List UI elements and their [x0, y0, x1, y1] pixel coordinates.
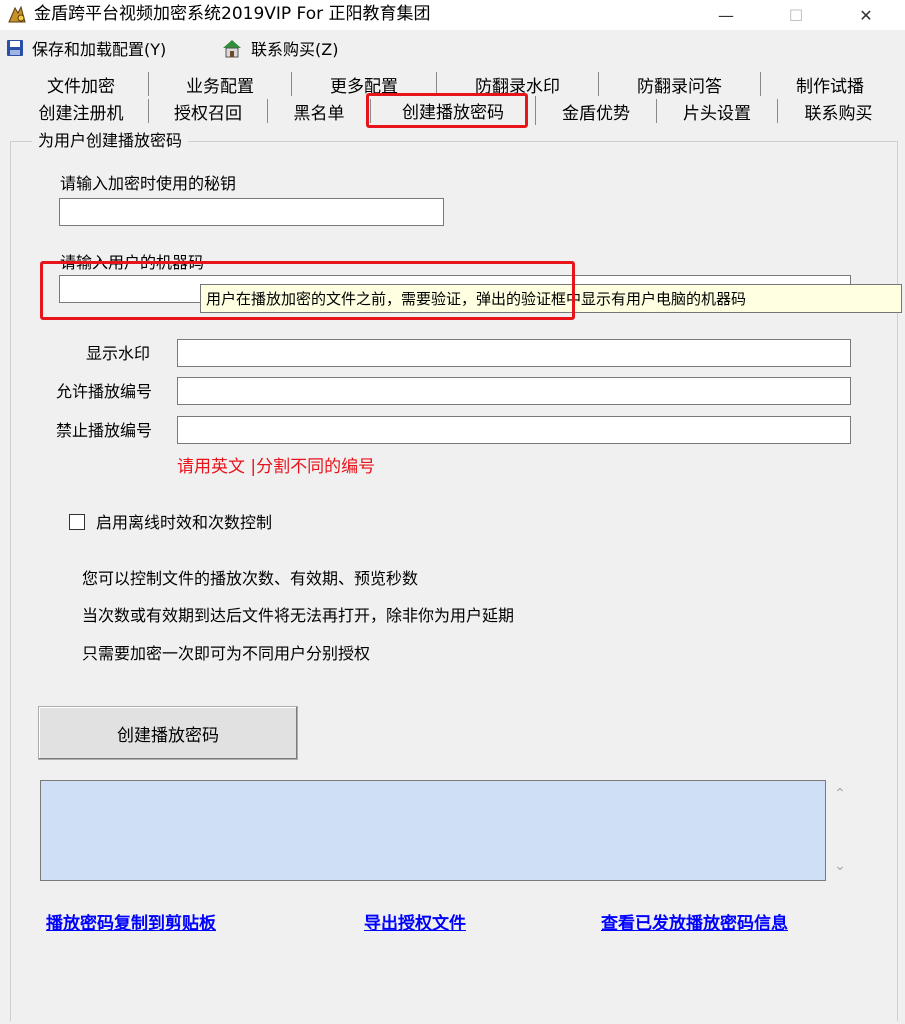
tab-label: 联系购买: [804, 103, 873, 124]
tab-qa[interactable]: 防翻录问答: [599, 72, 761, 97]
watermark-label: 显示水印: [86, 344, 151, 363]
tab-label: 文件加密: [47, 76, 115, 97]
offline-control-label: 启用离线时效和次数控制: [96, 513, 273, 532]
tab-intro-settings[interactable]: 片头设置: [657, 99, 778, 124]
tab-label: 金盾优势: [562, 103, 630, 124]
minimize-icon: —: [718, 5, 734, 25]
menu-contact-buy-label: 联系购买(Z): [251, 40, 339, 59]
tab-label: 制作试播: [796, 76, 864, 97]
tab-business-config[interactable]: 业务配置: [149, 72, 292, 97]
scroll-up-icon[interactable]: ⌃: [832, 786, 848, 802]
menu-save-load-label: 保存和加载配置(Y): [32, 40, 167, 59]
tab-advantages[interactable]: 金盾优势: [536, 99, 657, 124]
close-icon: ✕: [859, 5, 873, 25]
secret-key-input[interactable]: [59, 198, 444, 226]
description-line-1: 您可以控制文件的播放次数、有效期、预览秒数: [82, 569, 419, 588]
secret-key-label: 请输入加密时使用的秘钥: [60, 174, 237, 193]
separator-hint: 请用英文 |分割不同的编号: [177, 457, 376, 477]
description-line-2: 当次数或有效期到达后文件将无法再打开，除非你为用户延期: [82, 606, 515, 625]
tab-label: 黑名单: [293, 103, 345, 124]
window-title: 金盾跨平台视频加密系统2019VIP For 正阳教育集团: [34, 4, 431, 24]
tab-label: 片头设置: [683, 103, 751, 124]
scroll-down-icon[interactable]: ⌄: [832, 858, 848, 874]
create-play-password-button[interactable]: 创建播放密码: [38, 706, 298, 760]
tab-blacklist[interactable]: 黑名单: [268, 99, 371, 124]
tab-auth-recall[interactable]: 授权召回: [149, 99, 268, 124]
watermark-input[interactable]: [177, 339, 851, 367]
menu-contact-buy[interactable]: 联系购买(Z): [221, 36, 338, 60]
group-title: 为用户创建播放密码: [32, 130, 189, 152]
copy-to-clipboard-link[interactable]: 播放密码复制到剪贴板: [46, 909, 216, 934]
house-icon: [221, 38, 243, 58]
save-icon: [6, 39, 24, 57]
tab-trial[interactable]: 制作试播: [761, 72, 899, 97]
tab-label: 业务配置: [186, 76, 254, 97]
minimize-button[interactable]: —: [701, 0, 751, 30]
tab-label: 创建注册机: [38, 103, 124, 124]
deny-numbers-input[interactable]: [177, 416, 851, 444]
output-textarea[interactable]: [40, 780, 826, 881]
allow-numbers-label: 允许播放编号: [56, 382, 153, 401]
active-tab-highlight: [366, 93, 528, 128]
tab-file-encrypt[interactable]: 文件加密: [14, 72, 149, 97]
close-button[interactable]: ✕: [841, 0, 891, 30]
maximize-button[interactable]: ☐: [771, 0, 821, 30]
tab-label: 授权召回: [174, 103, 242, 124]
allow-numbers-input[interactable]: [177, 377, 851, 405]
app-icon: [6, 4, 28, 26]
tab-create-keygen[interactable]: 创建注册机: [14, 99, 149, 124]
export-auth-file-link[interactable]: 导出授权文件: [364, 909, 466, 934]
view-issued-passwords-link[interactable]: 查看已发放播放密码信息: [601, 909, 788, 934]
description-line-3: 只需要加密一次即可为不同用户分别授权: [82, 644, 371, 663]
offline-control-checkbox[interactable]: [69, 514, 85, 530]
machine-code-highlight: [40, 261, 575, 320]
tab-contact-buy[interactable]: 联系购买: [778, 99, 899, 124]
maximize-icon: ☐: [788, 5, 804, 25]
tab-label: 防翻录问答: [637, 76, 722, 97]
create-button-label: 创建播放密码: [117, 725, 219, 746]
deny-numbers-label: 禁止播放编号: [56, 421, 153, 440]
menu-save-load[interactable]: 保存和加载配置(Y): [6, 36, 166, 60]
